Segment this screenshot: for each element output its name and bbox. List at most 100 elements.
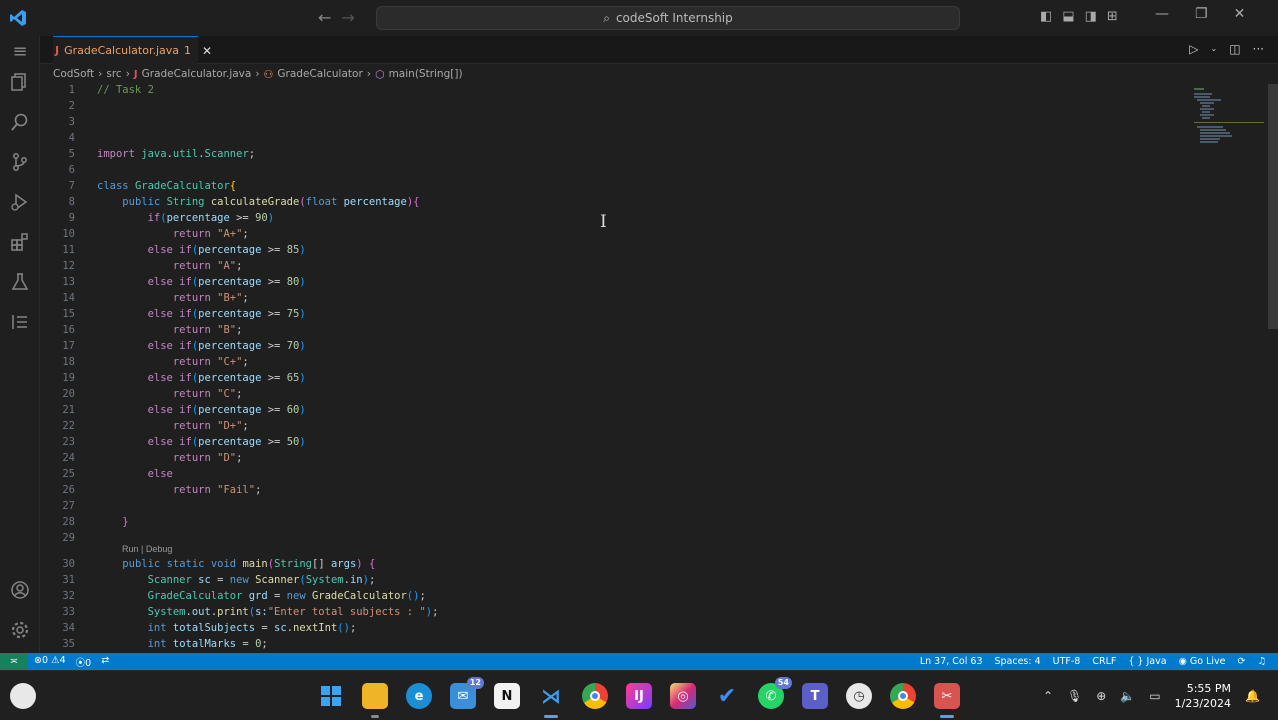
breadcrumb-folder[interactable]: CodSoft bbox=[53, 68, 94, 80]
source-control-icon[interactable] bbox=[8, 152, 32, 176]
text-cursor-icon: I bbox=[600, 212, 607, 232]
workspace-name: codeSoft Internship bbox=[615, 11, 733, 25]
clock-date: 1/23/2024 bbox=[1174, 697, 1232, 710]
toggle-panel-icon[interactable]: ⬓ bbox=[1062, 9, 1074, 24]
windows-start-icon[interactable] bbox=[318, 683, 344, 709]
end-of-line[interactable]: CRLF bbox=[1092, 656, 1116, 667]
toggle-primary-sidebar-icon[interactable]: ◧ bbox=[1040, 9, 1052, 24]
editor-tab-bar: J GradeCalculator.java 1 ✕ ▷ ⌄ ◫ ··· bbox=[40, 36, 1278, 64]
ports-indicator[interactable]: ⦿0 bbox=[76, 655, 92, 669]
scrollbar-thumb[interactable] bbox=[1268, 84, 1278, 329]
problems-indicator[interactable]: ⊗0 ⚠4 bbox=[34, 655, 66, 669]
breadcrumb-method[interactable]: main(String[]) bbox=[389, 68, 463, 80]
sync-icon[interactable]: ⟳ bbox=[1238, 656, 1246, 667]
ports-icon: ⦿ bbox=[75, 657, 86, 669]
restore-icon[interactable]: ❐ bbox=[1195, 6, 1208, 22]
chrome-profile-icon[interactable] bbox=[890, 683, 916, 709]
remote-indicator-icon[interactable]: ≍ bbox=[0, 653, 28, 670]
class-symbol-icon: ⚇ bbox=[263, 67, 274, 81]
instagram-icon[interactable]: ◎ bbox=[670, 683, 696, 709]
breadcrumb-separator-icon: › bbox=[366, 68, 371, 80]
indentation[interactable]: Spaces: 4 bbox=[994, 656, 1040, 667]
braces-icon: { } bbox=[1128, 656, 1144, 667]
intellij-icon[interactable]: IJ bbox=[626, 683, 652, 709]
more-actions-icon[interactable]: ··· bbox=[1253, 42, 1264, 56]
search-icon[interactable] bbox=[8, 112, 32, 136]
run-debug-codelens[interactable]: Run | Debug bbox=[122, 542, 172, 556]
microphone-icon[interactable]: 🎙 bbox=[1067, 689, 1082, 703]
extensions-icon[interactable] bbox=[8, 232, 32, 256]
battery-icon[interactable]: ▭ bbox=[1149, 689, 1160, 703]
close-tab-icon[interactable]: ✕ bbox=[202, 44, 212, 58]
minimize-icon[interactable]: — bbox=[1155, 6, 1169, 22]
network-globe-icon[interactable]: ⊕ bbox=[1096, 689, 1106, 703]
vscode-taskbar-icon[interactable]: ⋊ bbox=[538, 683, 564, 718]
tab-gradecalculator-java[interactable]: J GradeCalculator.java 1 ✕ bbox=[53, 36, 212, 64]
clock-app-icon[interactable]: ◷ bbox=[846, 683, 872, 709]
tab-filename: GradeCalculator.java bbox=[64, 44, 180, 57]
breadcrumb-separator-icon: › bbox=[255, 68, 260, 80]
account-icon[interactable] bbox=[8, 580, 32, 604]
toggle-secondary-sidebar-icon[interactable]: ◨ bbox=[1085, 9, 1097, 24]
split-editor-icon[interactable]: ◫ bbox=[1229, 42, 1240, 56]
whatsapp-badge: 54 bbox=[774, 677, 792, 689]
todo-icon[interactable]: ✔ bbox=[714, 683, 740, 709]
cursor-position[interactable]: Ln 37, Col 63 bbox=[920, 656, 983, 667]
run-dropdown-chevron-icon[interactable]: ⌄ bbox=[1211, 42, 1218, 56]
edge-browser-icon[interactable]: e bbox=[406, 683, 432, 709]
go-live-button[interactable]: ◉ Go Live bbox=[1179, 656, 1226, 667]
breadcrumb-class[interactable]: GradeCalculator bbox=[277, 68, 362, 80]
menu-icon[interactable]: ≡ bbox=[8, 40, 32, 64]
java-file-icon: J bbox=[55, 44, 60, 57]
volume-icon[interactable]: 🔈 bbox=[1120, 689, 1135, 703]
breadcrumb-file[interactable]: GradeCalculator.java bbox=[142, 68, 252, 80]
clock-time: 5:55 PM bbox=[1186, 682, 1232, 695]
customize-layout-icon[interactable]: ⊞ bbox=[1107, 9, 1118, 24]
outline-list-icon[interactable] bbox=[8, 312, 32, 336]
java-file-icon: J bbox=[133, 68, 138, 80]
notifications-bell-icon[interactable]: ♫ bbox=[1257, 656, 1266, 667]
file-explorer-icon[interactable] bbox=[362, 683, 388, 718]
weather-widget-icon[interactable] bbox=[10, 683, 36, 709]
encoding[interactable]: UTF-8 bbox=[1053, 656, 1081, 667]
mail-icon[interactable]: ✉ 12 bbox=[450, 677, 484, 709]
code-editor[interactable]: 1// Task 2 2 3 4 5 import java.util.Scann… bbox=[40, 84, 1190, 653]
search-icon: ⌕ bbox=[603, 10, 610, 25]
notion-icon[interactable]: N bbox=[494, 683, 520, 709]
warning-icon: ⚠ bbox=[51, 654, 60, 666]
show-hidden-icons-chevron-icon[interactable]: ⌃ bbox=[1043, 689, 1053, 703]
language-mode[interactable]: { } Java bbox=[1128, 656, 1166, 667]
breadcrumb: CodSoft › src › J GradeCalculator.java ›… bbox=[40, 64, 1278, 84]
error-icon: ⊗ bbox=[34, 654, 42, 666]
minimap[interactable] bbox=[1190, 84, 1266, 653]
teams-icon[interactable]: T bbox=[802, 683, 828, 709]
back-arrow-icon[interactable]: ← bbox=[318, 8, 331, 27]
notification-bell-icon[interactable]: 🔔 bbox=[1245, 689, 1260, 703]
explorer-icon[interactable] bbox=[8, 72, 32, 96]
title-bar: ← → ⌕ codeSoft Internship ◧ ⬓ ◨ ⊞ — ❐ ✕ bbox=[0, 0, 1278, 36]
vscode-logo-icon bbox=[9, 9, 27, 27]
whatsapp-icon[interactable]: ✆ 54 bbox=[758, 677, 792, 709]
status-bar: ≍ ⊗0 ⚠4 ⦿0 ⇄ Ln 37, Col 63 Spaces: 4 UTF… bbox=[0, 653, 1278, 670]
breadcrumb-separator-icon: › bbox=[98, 68, 103, 80]
run-debug-icon[interactable] bbox=[8, 192, 32, 216]
windows-taskbar: e ✉ 12 N ⋊ IJ ◎ ✔ ✆ 54 T ◷ ✂ ⌃ 🎙 ⊕ 🔈 ▭ 5:5… bbox=[0, 670, 1278, 720]
mail-badge: 12 bbox=[466, 677, 484, 689]
forward-arrow-icon[interactable]: → bbox=[341, 8, 354, 27]
breadcrumb-separator-icon: › bbox=[125, 68, 130, 80]
snipping-tool-icon[interactable]: ✂ bbox=[934, 683, 960, 718]
activity-bar: ≡ bbox=[0, 36, 40, 653]
run-file-icon[interactable]: ▷ bbox=[1189, 42, 1198, 56]
method-symbol-icon: ⬡ bbox=[374, 67, 385, 81]
tab-problem-count: 1 bbox=[184, 44, 192, 57]
live-share-icon[interactable]: ⇄ bbox=[101, 655, 109, 669]
system-clock[interactable]: 5:55 PM 1/23/2024 bbox=[1175, 681, 1231, 711]
close-window-icon[interactable]: ✕ bbox=[1234, 6, 1246, 22]
command-center-search[interactable]: ⌕ codeSoft Internship bbox=[376, 6, 960, 30]
testing-icon[interactable] bbox=[8, 272, 32, 296]
chrome-icon[interactable] bbox=[582, 683, 608, 709]
broadcast-icon: ◉ bbox=[1178, 656, 1187, 667]
breadcrumb-src[interactable]: src bbox=[106, 68, 121, 80]
settings-gear-icon[interactable] bbox=[8, 620, 32, 644]
editor-scrollbar[interactable] bbox=[1266, 84, 1278, 653]
